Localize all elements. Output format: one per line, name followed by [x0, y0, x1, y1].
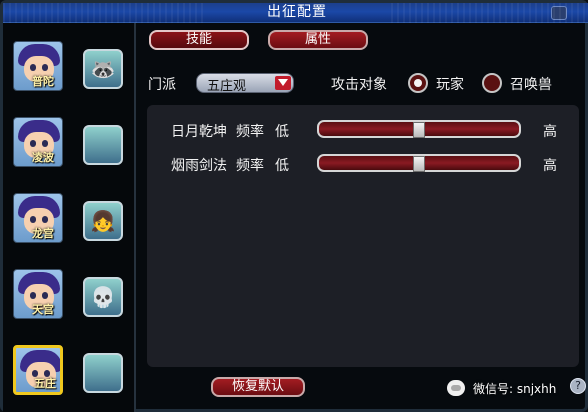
character-list: 普陀 🦝 凌波 龙宫 👧 天宫 💀 五庄 — [3, 23, 136, 412]
pet-slot[interactable]: 💀 — [83, 277, 123, 317]
pet-slot[interactable]: 👧 — [83, 201, 123, 241]
radio-player[interactable] — [408, 73, 428, 93]
raccoon-pet-icon: 🦝 — [90, 57, 116, 81]
skill-name: 烟雨剑法 — [171, 158, 227, 174]
close-icon[interactable] — [551, 6, 567, 20]
skill-frequency-label: 频率 — [236, 124, 264, 140]
character-name: 五庄 — [34, 377, 56, 390]
character-avatar[interactable]: 普陀 — [13, 41, 63, 91]
chevron-down-icon[interactable] — [275, 76, 291, 90]
skill-low-label: 低 — [275, 124, 289, 140]
wechat-icon — [447, 380, 465, 396]
slider-thumb[interactable] — [413, 156, 425, 172]
dialog-window: 出征配置 普陀 🦝 凌波 龙宫 👧 天宫 💀 五庄 技能 属性 门派 五庄观 攻… — [0, 0, 588, 412]
radio-summon[interactable] — [482, 73, 502, 93]
eye-icon — [42, 64, 48, 71]
eye-icon — [42, 292, 48, 299]
skill-high-label: 高 — [543, 124, 557, 140]
skull-pet-icon: 💀 — [90, 285, 116, 309]
pet-slot[interactable]: 🦝 — [83, 49, 123, 89]
eye-icon — [42, 140, 48, 147]
character-name: 凌波 — [32, 151, 54, 164]
eye-icon — [42, 216, 48, 223]
character-avatar[interactable]: 龙宫 — [13, 193, 63, 243]
tab-skills[interactable]: 技能 — [149, 30, 249, 50]
title-bar[interactable]: 出征配置 — [3, 3, 588, 23]
eye-icon — [30, 140, 36, 147]
character-row-selected[interactable]: 五庄 — [11, 345, 131, 401]
pet-slot[interactable] — [83, 125, 123, 165]
character-row[interactable]: 普陀 🦝 — [11, 41, 131, 97]
radio-summon-label: 召唤兽 — [510, 77, 552, 93]
character-row[interactable]: 天宫 💀 — [11, 269, 131, 325]
radio-player-label: 玩家 — [436, 77, 464, 93]
character-avatar[interactable]: 凌波 — [13, 117, 63, 167]
skill-name: 日月乾坤 — [171, 124, 227, 140]
character-name: 天宫 — [32, 303, 54, 316]
window-title: 出征配置 — [267, 4, 327, 20]
skill-frequency-label: 频率 — [236, 158, 264, 174]
skill-frequency-slider[interactable] — [317, 120, 521, 138]
character-row[interactable]: 凌波 — [11, 117, 131, 173]
watermark: 微信号: snjxhh — [447, 379, 587, 399]
reset-default-button[interactable]: 恢复默认 — [211, 377, 305, 397]
eye-icon — [30, 292, 36, 299]
watermark-text: 微信号: snjxhh — [473, 382, 557, 396]
eye-icon — [30, 64, 36, 71]
help-icon[interactable]: ? — [570, 378, 586, 394]
slider-thumb[interactable] — [413, 122, 425, 138]
faction-select[interactable]: 五庄观 — [196, 73, 294, 94]
skill-panel: 日月乾坤 频率 低 高 烟雨剑法 频率 低 高 — [147, 105, 579, 367]
skill-frequency-slider[interactable] — [317, 154, 521, 172]
pet-slot[interactable] — [83, 353, 123, 393]
skill-high-label: 高 — [543, 158, 557, 174]
character-name: 龙宫 — [32, 227, 54, 240]
tab-attributes[interactable]: 属性 — [268, 30, 368, 50]
target-label: 攻击对象 — [331, 77, 387, 93]
eye-icon — [30, 216, 36, 223]
character-name: 普陀 — [32, 75, 54, 88]
skill-low-label: 低 — [275, 158, 289, 174]
character-row[interactable]: 龙宫 👧 — [11, 193, 131, 249]
character-avatar[interactable]: 天宫 — [13, 269, 63, 319]
red-hair-pet-icon: 👧 — [90, 209, 116, 233]
faction-value: 五庄观 — [207, 79, 247, 94]
character-avatar[interactable]: 五庄 — [13, 345, 63, 395]
faction-label: 门派 — [148, 77, 176, 93]
